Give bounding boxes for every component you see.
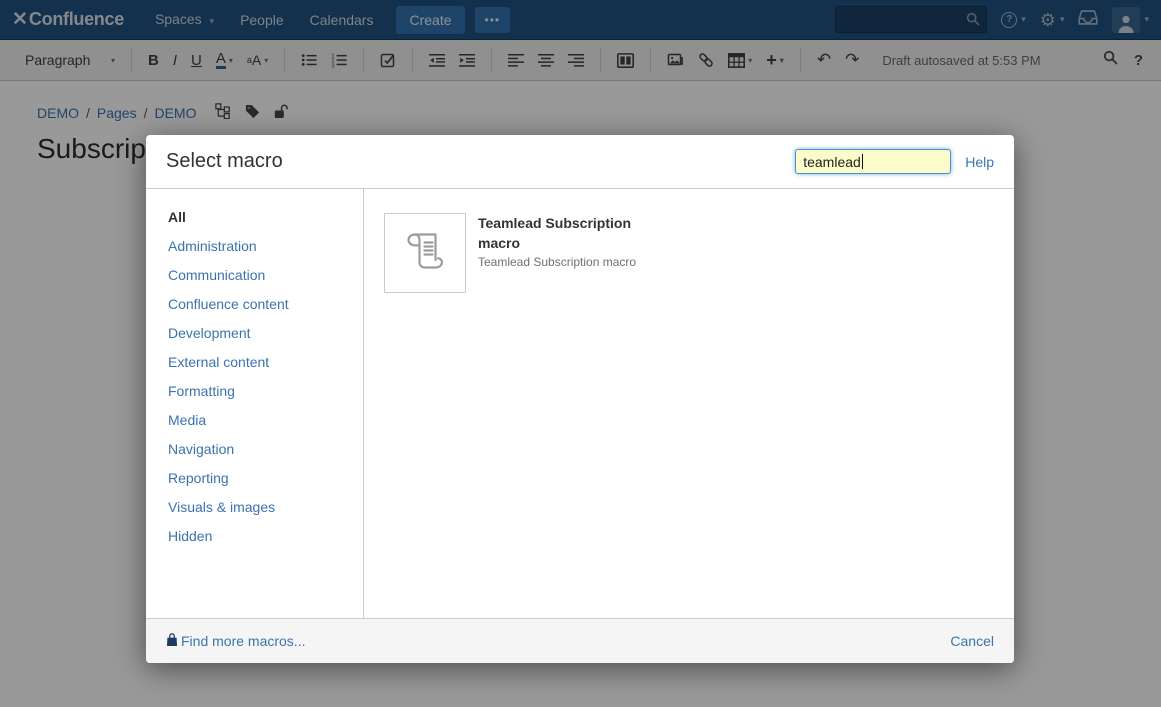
category-all[interactable]: All bbox=[168, 208, 363, 226]
dialog-header-right: teamlead Help bbox=[795, 149, 994, 174]
category-confluence-content[interactable]: Confluence content bbox=[168, 295, 363, 313]
category-link: Formatting bbox=[168, 383, 235, 399]
scroll-macro-icon bbox=[400, 226, 450, 281]
category-link: Reporting bbox=[168, 470, 229, 486]
category-link: Development bbox=[168, 325, 251, 341]
dialog-body: All Administration Communication Conflue… bbox=[146, 189, 1014, 618]
cancel-button[interactable]: Cancel bbox=[950, 633, 994, 649]
macro-icon-box bbox=[384, 213, 466, 293]
category-link: Administration bbox=[168, 238, 257, 254]
category-link: Media bbox=[168, 412, 206, 428]
category-navigation[interactable]: Navigation bbox=[168, 440, 363, 458]
macro-result-text: Teamlead Subscription macro Teamlead Sub… bbox=[478, 213, 674, 293]
dialog-title: Select macro bbox=[166, 150, 283, 173]
category-hidden[interactable]: Hidden bbox=[168, 527, 363, 545]
dialog-header: Select macro teamlead Help bbox=[146, 135, 1014, 189]
category-link: Visuals & images bbox=[168, 499, 275, 515]
category-formatting[interactable]: Formatting bbox=[168, 382, 363, 400]
category-media[interactable]: Media bbox=[168, 411, 363, 429]
macro-result-description: Teamlead Subscription macro bbox=[478, 255, 674, 269]
macro-search-input[interactable]: teamlead bbox=[795, 149, 951, 174]
category-link: External content bbox=[168, 354, 269, 370]
macro-result-title: Teamlead Subscription macro bbox=[478, 213, 674, 253]
category-reporting[interactable]: Reporting bbox=[168, 469, 363, 487]
category-link: Hidden bbox=[168, 528, 212, 544]
macro-search-value: teamlead bbox=[803, 154, 861, 170]
category-administration[interactable]: Administration bbox=[168, 237, 363, 255]
marketplace-icon bbox=[166, 633, 178, 650]
dialog-footer: Find more macros... Cancel bbox=[146, 618, 1014, 663]
category-link: Confluence content bbox=[168, 296, 289, 312]
category-link: Communication bbox=[168, 267, 265, 283]
find-more-macros-label: Find more macros... bbox=[181, 633, 305, 649]
macro-results: Teamlead Subscription macro Teamlead Sub… bbox=[364, 189, 1014, 618]
category-link: Navigation bbox=[168, 441, 234, 457]
macro-category-list: All Administration Communication Conflue… bbox=[146, 189, 364, 618]
category-development[interactable]: Development bbox=[168, 324, 363, 342]
text-caret bbox=[862, 154, 863, 169]
dialog-help-link[interactable]: Help bbox=[965, 154, 994, 170]
find-more-macros-link[interactable]: Find more macros... bbox=[166, 633, 305, 650]
category-visuals-images[interactable]: Visuals & images bbox=[168, 498, 363, 516]
macro-result-item[interactable]: Teamlead Subscription macro Teamlead Sub… bbox=[384, 213, 684, 293]
category-communication[interactable]: Communication bbox=[168, 266, 363, 284]
category-external-content[interactable]: External content bbox=[168, 353, 363, 371]
select-macro-dialog: Select macro teamlead Help All Administr… bbox=[146, 135, 1014, 663]
